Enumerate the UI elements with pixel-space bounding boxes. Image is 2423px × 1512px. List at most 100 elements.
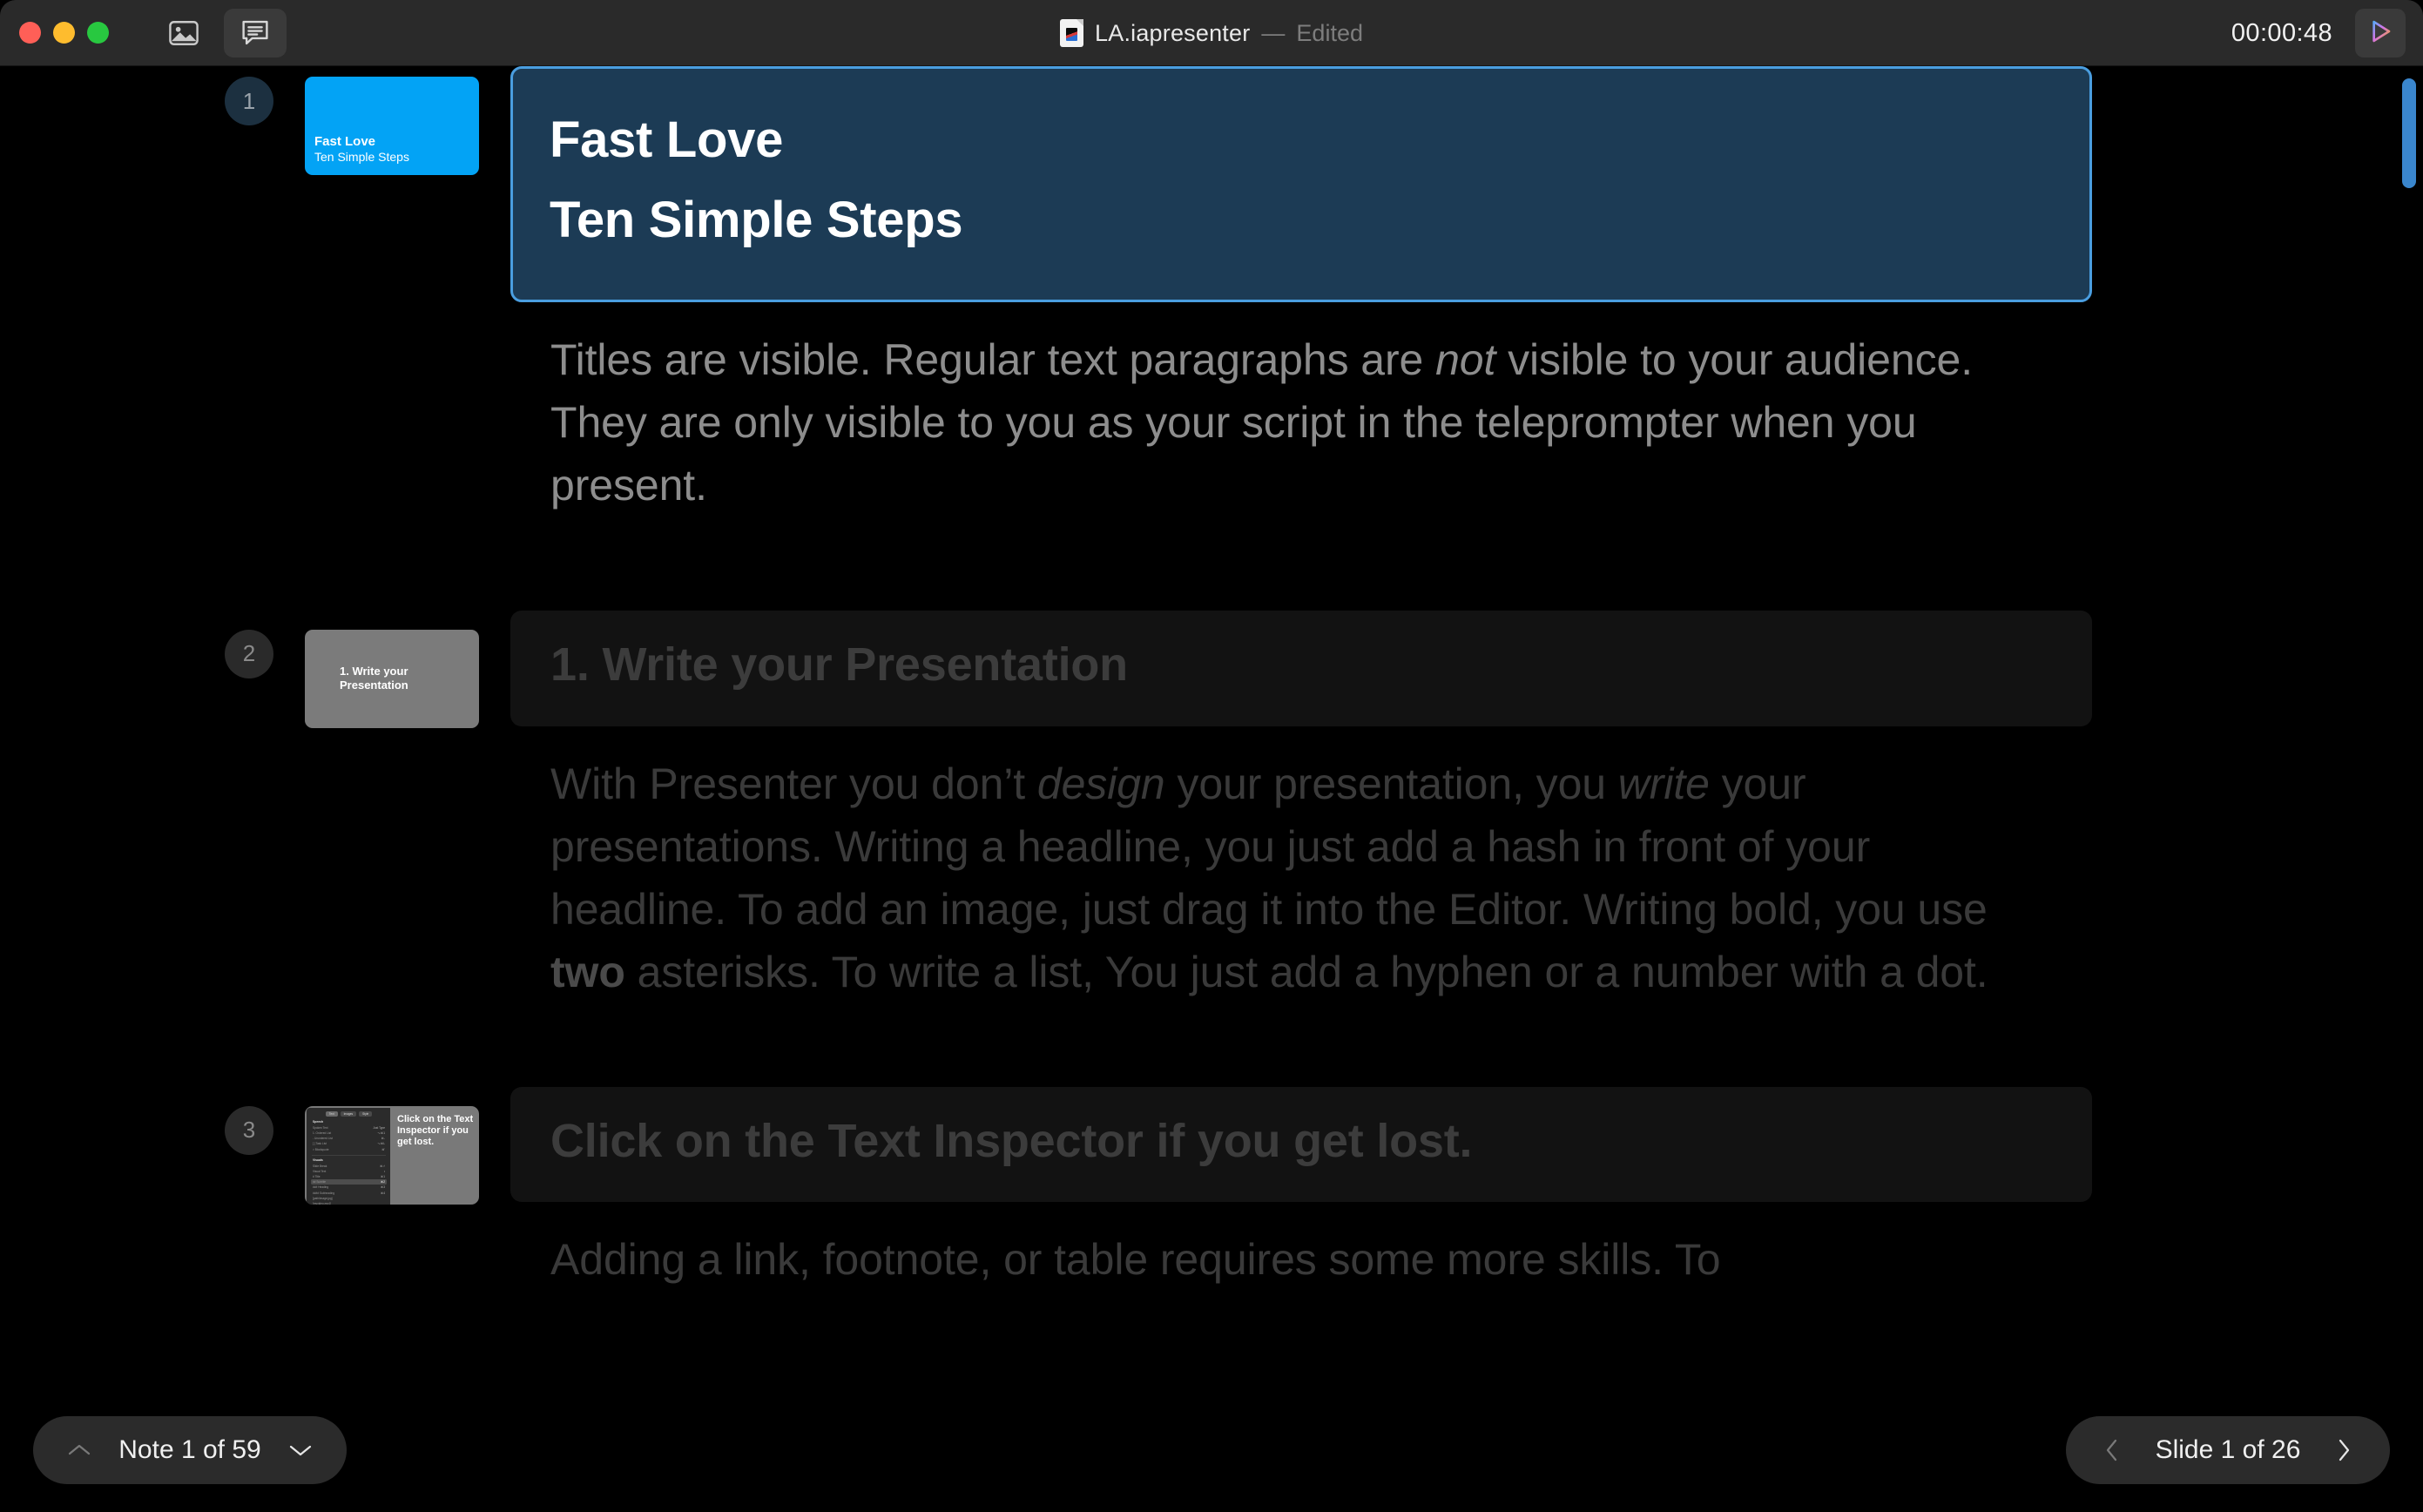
slide-number-3: 3	[225, 1105, 273, 1155]
inspector-row-label: 1. Ordered List	[313, 1131, 332, 1135]
slide-paragraph-1[interactable]: Titles are visible. Regular text paragra…	[510, 302, 2092, 516]
paragraph-strong: two	[550, 947, 625, 996]
inspector-section-title: Speech	[313, 1119, 324, 1124]
notes-toggle-button[interactable]	[224, 8, 287, 57]
inspector-row-label: #### Subheading	[313, 1191, 334, 1195]
inspector-tab-text: Text	[325, 1110, 338, 1117]
slide-gutter-3: 3 Text Images Style Speech Spoken Text Ju…	[0, 1087, 510, 1205]
inspector-row-key: Just Type	[373, 1125, 385, 1130]
inspector-row-key: ⌘⏎	[380, 1164, 385, 1168]
inspector-row-key: ⌘3	[381, 1185, 385, 1190]
title-bar: LA.iapresenter — Edited 00:00:48	[0, 0, 2423, 66]
inspector-row-key: ⌘2	[381, 1180, 385, 1185]
slide-thumbnail-3[interactable]: Text Images Style Speech Spoken Text Just…	[305, 1105, 479, 1205]
inspector-tab-images: Images	[340, 1110, 357, 1117]
inspector-row-key: ⌘'	[381, 1147, 385, 1151]
previous-slide-button[interactable]	[2092, 1437, 2132, 1463]
document-title-group: LA.iapresenter — Edited	[0, 0, 2423, 66]
inspector-row-label: [ ] Task List	[313, 1142, 327, 1146]
play-icon	[2366, 17, 2394, 50]
titlebar-right-group: 00:00:48	[2231, 0, 2406, 66]
inspector-row-key: ⌥⌘L	[377, 1142, 385, 1146]
slide-body-2: 1. Write your Presentation With Presente…	[510, 610, 2423, 1003]
note-navigator: Note 1 of 59	[33, 1416, 347, 1484]
slide-body-1: Fast Love Ten Simple Steps Titles are vi…	[510, 66, 2423, 516]
inspector-row-key: ⌘4	[381, 1191, 385, 1195]
slide-paragraph-2[interactable]: With Presenter you don’t design your pre…	[510, 726, 2092, 1003]
slide-title-1: Fast Love	[550, 111, 784, 168]
slide-thumbnail-1[interactable]: Fast Love Ten Simple Steps	[305, 77, 479, 175]
thumbnail-subtitle-1: Ten Simple Steps	[314, 150, 409, 165]
slide-number-1: 1	[225, 77, 273, 125]
document-file-icon	[1060, 19, 1084, 47]
heading-block-3[interactable]: Click on the Text Inspector if you get l…	[510, 1086, 2092, 1203]
inspector-row-label: > Blockquote	[313, 1147, 329, 1151]
slide-block-3: 3 Text Images Style Speech Spoken Text Ju…	[0, 1086, 2423, 1292]
inspector-tabs: Text Images Style	[311, 1110, 387, 1117]
inspector-row-key: •	[383, 1169, 385, 1173]
inspector-row-label: ### Heading	[313, 1185, 329, 1190]
inspector-row-key: ⌘-	[381, 1137, 385, 1141]
notes-icon	[240, 19, 270, 46]
paragraph-part: With Presenter you don’t	[550, 759, 1037, 808]
paragraph-emphasis: write	[1617, 759, 1710, 808]
inspector-row: [myvideo.mp4]	[311, 1201, 387, 1205]
traffic-lights	[19, 22, 109, 44]
inspector-row-label: [path/image.jpg]	[313, 1196, 333, 1200]
inspector-row-key: ⌘1	[381, 1175, 385, 1179]
thumbnail-text-2: 1. Write your Presentation	[340, 665, 408, 692]
paragraph-part: asterisks. To write a list, You just add…	[624, 947, 1988, 996]
images-toggle-button[interactable]	[152, 9, 215, 57]
slide-number-2: 2	[225, 629, 273, 678]
thumbnail-text-3: Click on the Text Inspector if you get l…	[397, 1113, 474, 1148]
next-note-button[interactable]	[280, 1442, 321, 1458]
slide-thumbnail-2[interactable]: 1. Write your Presentation	[305, 629, 479, 728]
slide-body-3: Click on the Text Inspector if you get l…	[510, 1086, 2423, 1292]
inspector-row-label: Visual Text	[313, 1169, 327, 1173]
close-button[interactable]	[19, 22, 41, 44]
slide-navigator: Slide 1 of 26	[2066, 1416, 2390, 1484]
note-counter-label: Note 1 of 59	[118, 1435, 261, 1464]
slide-block-1: 1 Fast Love Ten Simple Steps Fast Love T…	[0, 66, 2423, 516]
slide-title-3: Click on the Text Inspector if you get l…	[550, 1114, 1473, 1167]
inspector-row-label: [myvideo.mp4]	[313, 1202, 331, 1205]
slide-subtitle-1: Ten Simple Steps	[550, 192, 963, 249]
presentation-timer: 00:00:48	[2231, 18, 2332, 47]
image-icon	[169, 20, 199, 46]
inspector-divider	[312, 1154, 386, 1156]
slide-block-2: 2 1. Write your Presentation 1. Write yo…	[0, 610, 2423, 1003]
titlebar-tools	[152, 8, 287, 57]
inspector-row-label: ## Subtitle	[313, 1180, 327, 1185]
paragraph-part: Titles are visible. Regular text paragra…	[550, 334, 1436, 384]
minimize-button[interactable]	[53, 22, 75, 44]
play-button[interactable]	[2355, 9, 2406, 57]
title-dash: —	[1261, 19, 1286, 46]
document-name: LA.iapresenter	[1095, 19, 1251, 46]
slide-title-2: 1. Write your Presentation	[550, 638, 1128, 691]
inspector-row-label: - Unordered List	[313, 1137, 333, 1141]
inspector-preview: Text Images Style Speech Spoken Text Just…	[307, 1107, 390, 1205]
inspector-row: > Blockquote ⌘'	[311, 1146, 387, 1151]
paragraph-emphasis: not	[1435, 334, 1496, 384]
slide-gutter-1: 1 Fast Love Ten Simple Steps	[0, 66, 510, 175]
slide-paragraph-3[interactable]: Adding a link, footnote, or table requir…	[510, 1202, 2092, 1291]
app-window: LA.iapresenter — Edited 00:00:48 1 Fast …	[0, 0, 2423, 1512]
heading-block-1[interactable]: Fast Love Ten Simple Steps	[510, 66, 2092, 302]
heading-block-2[interactable]: 1. Write your Presentation	[510, 610, 2092, 726]
inspector-row-label: Slide Break	[313, 1164, 327, 1168]
slide-counter-label: Slide 1 of 26	[2155, 1435, 2301, 1464]
paragraph-part: your presentation, you	[1164, 759, 1618, 808]
inspector-tab-style: Style	[359, 1110, 373, 1117]
slide-gutter-2: 2 1. Write your Presentation	[0, 611, 510, 728]
inspector-row-label: # Title	[313, 1175, 321, 1179]
inspector-row-key: ⌥⌘1	[377, 1131, 385, 1135]
paragraph-emphasis: design	[1036, 759, 1165, 808]
previous-note-button[interactable]	[59, 1442, 99, 1458]
edited-status: Edited	[1296, 19, 1363, 46]
vertical-scrollbar[interactable]	[2402, 78, 2416, 188]
maximize-button[interactable]	[87, 22, 109, 44]
editor-scroll-area[interactable]: 1 Fast Love Ten Simple Steps Fast Love T…	[0, 66, 2423, 1512]
inspector-section-title: Visuals	[313, 1158, 323, 1162]
thumbnail-title-1: Fast Love	[314, 133, 376, 149]
next-slide-button[interactable]	[2324, 1437, 2364, 1463]
